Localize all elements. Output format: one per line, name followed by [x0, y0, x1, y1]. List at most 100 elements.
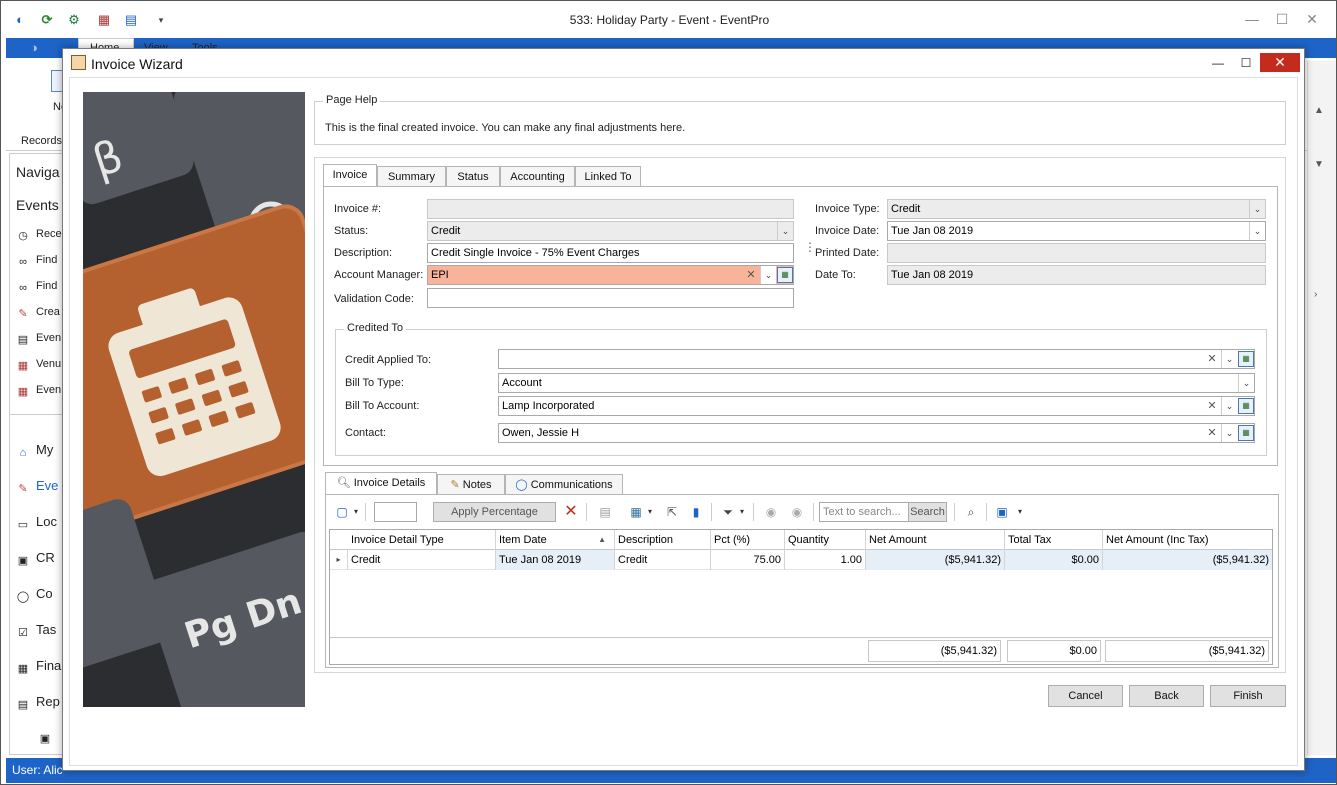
nav-section-locations[interactable]: ▭ Loc: [16, 514, 57, 532]
table-row[interactable]: ▸ Credit Tue Jan 08 2019 Credit 75.00 1.…: [330, 550, 1272, 570]
export-icon[interactable]: ⇱: [663, 503, 681, 521]
close-icon[interactable]: ✕: [1302, 9, 1322, 29]
tab-invoice-details[interactable]: 🔍︎ Invoice Details: [325, 472, 437, 494]
dialog-minimize-icon[interactable]: —: [1205, 53, 1231, 73]
chevron-right-icon[interactable]: ›: [1314, 289, 1317, 300]
chevron-down-icon[interactable]: ▾: [347, 503, 365, 521]
save-icon[interactable]: ▣: [993, 503, 1011, 521]
nav-item-venue[interactable]: ▦ Venu: [16, 358, 61, 373]
nav-item-recent[interactable]: ◷ Rece: [16, 228, 62, 243]
lookup-grid-icon[interactable]: ▦: [1238, 398, 1254, 414]
find-icon[interactable]: ⌕: [962, 503, 980, 521]
column-header[interactable]: Description: [615, 530, 711, 550]
contact-select[interactable]: Owen, Jessie H ✕ ⌄ ▦: [498, 423, 1255, 443]
cell-net-inc-tax[interactable]: ($5,941.32): [1103, 550, 1272, 570]
column-header[interactable]: Quantity: [785, 530, 866, 550]
cell-net-amount[interactable]: ($5,941.32): [866, 550, 1005, 570]
chevron-down-icon[interactable]: ▾: [733, 503, 751, 521]
arrow-down-icon[interactable]: ◉: [788, 503, 806, 521]
chevron-down-icon[interactable]: ⌄: [760, 266, 776, 284]
chevron-down-icon[interactable]: ⌄: [1221, 397, 1237, 415]
account-manager-select[interactable]: EPI ✕ ⌄ ▦: [427, 265, 794, 285]
credit-applied-label: Credit Applied To:: [345, 354, 432, 366]
nav-section-events[interactable]: ✎ Eve: [16, 478, 58, 496]
chevron-down-icon[interactable]: ⌄: [1221, 350, 1237, 368]
cell-date[interactable]: Tue Jan 08 2019: [496, 550, 615, 570]
apply-percentage-button[interactable]: Apply Percentage: [433, 502, 556, 522]
bill-to-type-select[interactable]: Account ⌄: [498, 373, 1255, 393]
bill-to-account-select[interactable]: Lamp Incorporated ✕ ⌄ ▦: [498, 396, 1255, 416]
chevron-down-icon[interactable]: ⌄: [1249, 222, 1265, 240]
app-menu-icon[interactable]: ◑: [30, 40, 56, 56]
tab-summary[interactable]: Summary: [377, 166, 446, 187]
nav-item-create[interactable]: ✎ Crea: [16, 306, 59, 321]
minimize-icon[interactable]: —: [1242, 9, 1262, 29]
dialog-close-button[interactable]: ✕: [1260, 53, 1300, 72]
column-header[interactable]: Total Tax: [1005, 530, 1103, 550]
invoice-type-select[interactable]: Credit ⌄: [887, 199, 1266, 219]
maximize-icon[interactable]: ☐: [1272, 9, 1292, 29]
finish-button[interactable]: Finish: [1210, 685, 1286, 707]
status-select[interactable]: Credit ⌄: [427, 221, 794, 241]
validation-code-field[interactable]: [427, 288, 794, 308]
printed-date-field[interactable]: [887, 243, 1266, 263]
bill-to-type-label: Bill To Type:: [345, 377, 404, 389]
nav-item-find-2[interactable]: ∞ Find: [16, 280, 57, 295]
clear-icon[interactable]: ✕: [743, 266, 759, 284]
nav-footer-icon[interactable]: ▣: [38, 728, 58, 746]
chevron-down-icon[interactable]: ▾: [641, 503, 659, 521]
clear-icon[interactable]: ✕: [1204, 397, 1220, 415]
column-header[interactable]: Net Amount: [866, 530, 1005, 550]
tab-linked-to[interactable]: Linked To: [575, 166, 641, 187]
clear-icon[interactable]: ✕: [1204, 350, 1220, 368]
chevron-down-icon[interactable]: ⌄: [1221, 424, 1237, 442]
nav-section-crm[interactable]: ▣ CR: [16, 550, 55, 568]
date-to-field[interactable]: Tue Jan 08 2019: [887, 265, 1266, 285]
nav-section-reports[interactable]: ▤ Rep: [16, 694, 60, 712]
tab-accounting[interactable]: Accounting: [500, 166, 575, 187]
chevron-down-icon[interactable]: ▼: [1314, 159, 1324, 170]
nav-section-communications[interactable]: ◯ Co: [16, 586, 53, 604]
nav-item-find-1[interactable]: ∞ Find: [16, 254, 57, 269]
cell-quantity[interactable]: 1.00: [785, 550, 866, 570]
percentage-input[interactable]: [374, 502, 417, 522]
lookup-grid-icon[interactable]: ▦: [777, 267, 793, 283]
description-field[interactable]: Credit Single Invoice - 75% Event Charge…: [427, 243, 794, 263]
tab-invoice[interactable]: Invoice: [323, 164, 377, 186]
splitter-handle-icon[interactable]: ⋮: [804, 241, 816, 260]
column-header[interactable]: Net Amount (Inc Tax): [1103, 530, 1272, 550]
delete-icon[interactable]: ✕: [562, 503, 580, 521]
arrow-up-icon[interactable]: ◉: [762, 503, 780, 521]
back-button[interactable]: Back: [1129, 685, 1204, 707]
invoice-date-picker[interactable]: Tue Jan 08 2019 ⌄: [887, 221, 1266, 241]
nav-section-tasks[interactable]: ☑ Tas: [16, 622, 56, 640]
tab-notes[interactable]: ✎ Notes: [437, 474, 505, 495]
invoice-no-field[interactable]: [427, 199, 794, 219]
tab-communications[interactable]: ◯ Communications: [505, 474, 623, 495]
cell-type[interactable]: Credit: [348, 550, 496, 570]
column-header[interactable]: Invoice Detail Type: [348, 530, 496, 550]
credit-applied-select[interactable]: ✕ ⌄ ▦: [498, 349, 1255, 369]
cell-total-tax[interactable]: $0.00: [1005, 550, 1103, 570]
column-header[interactable]: Pct (%): [711, 530, 785, 550]
chevron-down-icon[interactable]: ⌄: [1238, 374, 1254, 392]
column-header[interactable]: Item Date ▲: [496, 530, 615, 550]
chevron-down-icon[interactable]: ▾: [1011, 503, 1029, 521]
nav-item-event-2[interactable]: ▦ Even: [16, 384, 61, 399]
print-icon[interactable]: ▤: [596, 503, 614, 521]
search-button[interactable]: Search: [908, 502, 947, 522]
tab-status[interactable]: Status: [446, 166, 500, 187]
book-icon[interactable]: ▮: [687, 503, 705, 521]
cancel-button[interactable]: Cancel: [1048, 685, 1123, 707]
location-icon: ▭: [17, 519, 29, 531]
chevron-up-icon[interactable]: ▲: [1314, 105, 1324, 116]
dialog-maximize-icon[interactable]: ☐: [1233, 53, 1259, 73]
cell-pct[interactable]: 75.00: [711, 550, 785, 570]
cell-description[interactable]: Credit: [615, 550, 711, 570]
clear-icon[interactable]: ✕: [1204, 424, 1220, 442]
lookup-grid-icon[interactable]: ▦: [1238, 425, 1254, 441]
lookup-grid-icon[interactable]: ▦: [1238, 351, 1254, 367]
nav-item-event[interactable]: ▤ Even: [16, 332, 61, 347]
nav-section-financial[interactable]: ▦ Fina: [16, 658, 62, 676]
nav-section-my[interactable]: ⌂ My: [16, 442, 54, 460]
